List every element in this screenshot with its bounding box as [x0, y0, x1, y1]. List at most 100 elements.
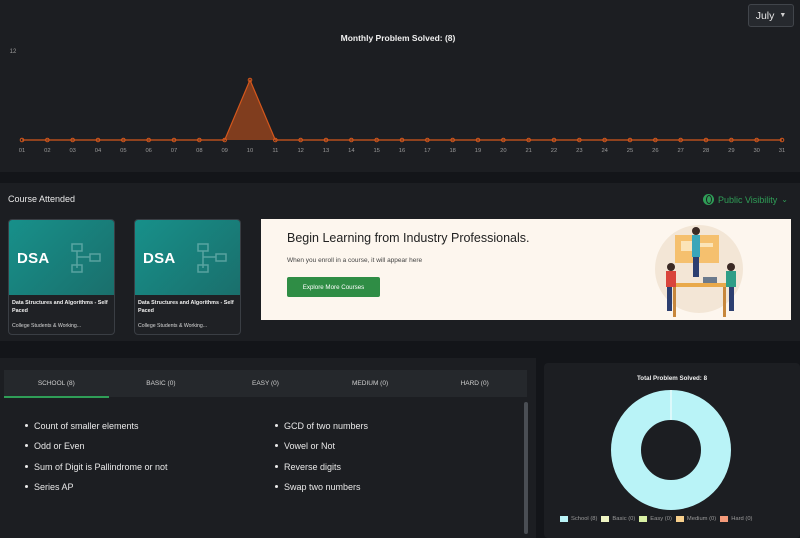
enroll-banner: Begin Learning from Industry Professiona… [261, 219, 791, 320]
x-tick-label: 01 [19, 148, 25, 154]
x-tick-label: 13 [323, 148, 329, 154]
x-tick-label: 11 [272, 148, 278, 154]
legend-swatch [675, 516, 684, 522]
visibility-label: Public Visibility [717, 194, 778, 205]
x-tick-label: 06 [145, 148, 151, 154]
x-tick-label: 10 [247, 148, 253, 154]
legend-item-easy[interactable]: Easy (0) [639, 516, 672, 522]
legend-swatch [639, 516, 648, 522]
course-thumbnail: DSA [135, 220, 240, 295]
x-tick-label: 08 [196, 148, 202, 154]
legend-label: Medium (0) [686, 516, 717, 522]
x-tick-label: 16 [399, 148, 405, 154]
legend-item-basic[interactable]: Basic (0) [601, 516, 635, 522]
tab-school[interactable]: SCHOOL (8) [4, 370, 109, 398]
course-badge: DSA [143, 250, 176, 267]
chevron-down-icon: ⌄ [781, 195, 788, 204]
donut-title: Total Problem Solved: 8 [636, 375, 708, 382]
donut-chart [611, 390, 731, 510]
course-attended-panel: Course Attended Public Visibility ⌄ DSA … [0, 183, 800, 341]
course-thumbnail: DSA [9, 220, 114, 295]
course-badge: DSA [17, 250, 50, 267]
banner-headline: Begin Learning from Industry Professiona… [287, 231, 530, 245]
legend-swatch [720, 516, 729, 522]
difficulty-tabs: SCHOOL (8) BASIC (0) EASY (0) MEDIUM (0)… [4, 370, 527, 398]
learning-illustration [655, 225, 743, 317]
list-item[interactable]: Reverse digits [275, 461, 368, 481]
legend-label: Basic (0) [612, 516, 636, 522]
tab-medium[interactable]: MEDIUM (0) [318, 370, 423, 397]
globe-icon [702, 194, 714, 205]
x-tick-label: 07 [171, 148, 177, 154]
explore-courses-button[interactable]: Explore More Courses [287, 277, 380, 297]
x-tick-label: 29 [728, 148, 734, 154]
x-tick-label: 23 [576, 148, 582, 154]
legend-label: Easy (0) [650, 516, 672, 522]
list-item[interactable]: Swap two numbers [275, 481, 368, 501]
legend-item-school[interactable]: School (8) [560, 516, 597, 522]
x-tick-label: 04 [95, 148, 102, 154]
tab-hard[interactable]: HARD (0) [422, 370, 527, 397]
monthly-problem-chart: Monthly Problem Solved: (8) 12 01 02 03 04 05 0… [10, 33, 786, 154]
x-tick-label: 24 [601, 148, 608, 154]
x-tick-label: 17 [424, 148, 430, 154]
tab-basic[interactable]: BASIC (0) [109, 370, 214, 397]
x-tick-label: 26 [652, 148, 658, 154]
x-tick-label: 27 [677, 148, 683, 154]
x-tick-label: 02 [44, 148, 50, 154]
course-name: Data Structures and Algorithms - Self Pa… [138, 300, 234, 314]
course-audience: College Students & Working... [12, 323, 82, 329]
x-tick-label: 31 [779, 148, 785, 154]
legend-swatch [560, 516, 568, 522]
list-item[interactable]: Count of smaller elements [25, 420, 168, 440]
x-tick-label: 03 [69, 148, 75, 154]
chart-title: Monthly Problem Solved: (8) [341, 33, 456, 43]
course-section-title: Course Attended [8, 194, 76, 204]
course-name: Data Structures and Algorithms - Self Pa… [12, 300, 108, 314]
scrollbar[interactable] [524, 402, 528, 534]
x-tick-label: 20 [500, 148, 506, 154]
course-audience: College Students & Working... [138, 323, 208, 329]
series-area [22, 80, 782, 140]
x-tick-label: 28 [703, 148, 709, 154]
x-tick-label: 22 [551, 148, 557, 154]
list-item[interactable]: GCD of two numbers [275, 420, 368, 440]
month-select-value: July [755, 9, 775, 22]
list-item[interactable]: Vowel or Not [275, 440, 368, 460]
x-tick-label: 12 [297, 148, 303, 154]
total-solved-panel: Total Problem Solved: 8 School (8) Basic… [544, 363, 800, 538]
legend-item-medium[interactable]: Medium (0) [675, 516, 717, 522]
x-tick-label: 21 [525, 148, 531, 154]
list-item[interactable]: Series AP [25, 481, 168, 501]
course-card-dsa-1[interactable]: DSA Data Structures and Algorithms - Sel… [8, 219, 115, 335]
legend-label: School (8) [571, 516, 598, 522]
problem-list-right: GCD of two numbers Vowel or Not Reverse … [275, 420, 368, 501]
course-card-dsa-2[interactable]: DSA Data Structures and Algorithms - Sel… [134, 219, 241, 335]
public-visibility-toggle[interactable]: Public Visibility ⌄ [702, 194, 788, 205]
chevron-down-icon: ▼ [779, 12, 787, 19]
donut-legend: School (8) Basic (0) Easy (0) Medium (0)… [560, 516, 752, 522]
x-tick-label: 19 [475, 148, 481, 154]
problems-panel: SCHOOL (8) BASIC (0) EASY (0) MEDIUM (0)… [0, 358, 536, 538]
x-tick-label: 05 [120, 148, 126, 154]
month-select[interactable]: July ▼ [748, 4, 794, 27]
x-tick-label: 30 [753, 148, 759, 154]
list-item[interactable]: Odd or Even [25, 440, 168, 460]
flowchart-icon [71, 243, 101, 273]
x-tick-label: 15 [373, 148, 379, 154]
x-tick-label: 14 [348, 148, 355, 154]
y-tick-label: 12 [10, 49, 17, 55]
list-item[interactable]: Sum of Digit is Pallindrome or not [25, 461, 168, 481]
x-tick-label: 09 [221, 148, 227, 154]
tab-easy[interactable]: EASY (0) [213, 370, 318, 397]
problem-list-left: Count of smaller elements Odd or Even Su… [25, 420, 168, 501]
banner-subtext: When you enroll in a course, it will app… [287, 257, 423, 264]
monthly-chart-panel: Monthly Problem Solved: (8) 12 01 02 03 04 05 0… [0, 0, 800, 172]
legend-swatch [601, 516, 610, 522]
series-line [22, 78, 782, 141]
flowchart-icon [197, 243, 227, 273]
x-tick-label: 25 [627, 148, 633, 154]
legend-item-hard[interactable]: Hard (0) [720, 516, 752, 522]
x-tick-label: 18 [449, 148, 455, 154]
legend-label: Hard (0) [731, 516, 753, 522]
